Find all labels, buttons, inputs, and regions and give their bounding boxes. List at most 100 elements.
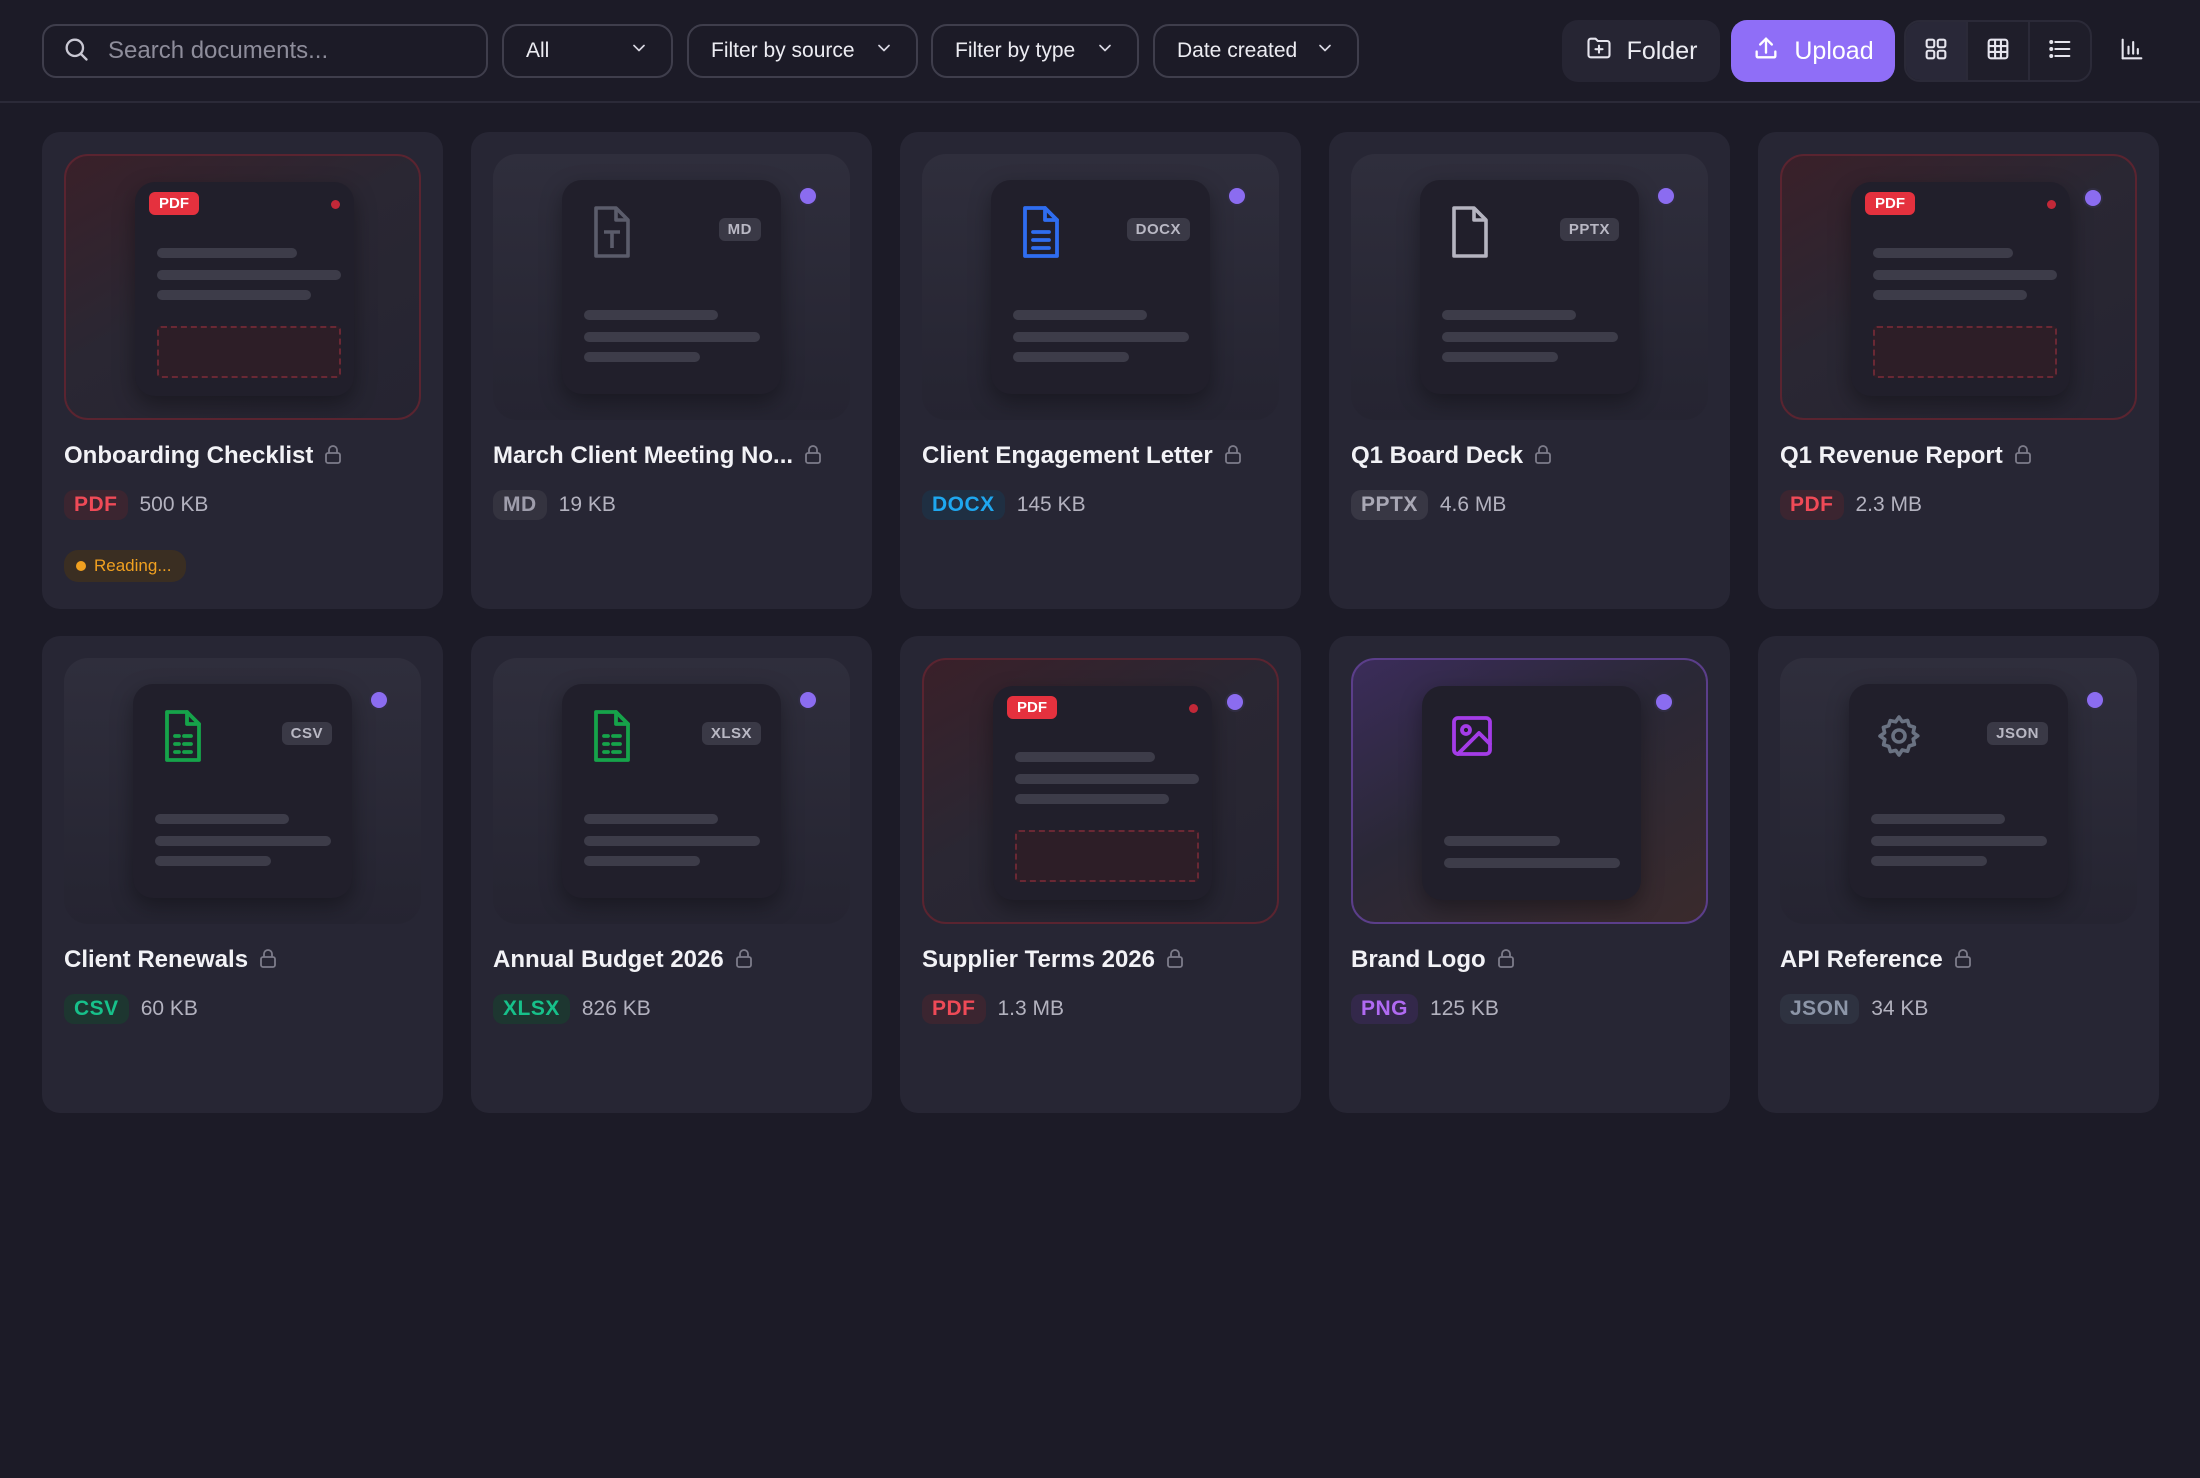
document-preview: PPTX	[1351, 154, 1708, 420]
card-meta: DOCX 145 KB	[922, 490, 1086, 520]
card-meta: PDF 2.3 MB	[1780, 490, 1922, 520]
text-line	[584, 352, 700, 362]
status-text: Reading...	[94, 556, 172, 575]
upload-icon	[1752, 34, 1780, 69]
selection-dot[interactable]	[800, 188, 816, 204]
text-line	[584, 856, 700, 866]
sort-label: Date created	[1177, 39, 1298, 62]
file-size: 500 KB	[139, 493, 209, 516]
grid-view-button[interactable]	[1906, 22, 1968, 80]
selection-dot[interactable]	[1227, 694, 1243, 710]
selection-dot[interactable]	[1229, 188, 1245, 204]
table-view-icon	[1984, 35, 2012, 68]
document-title[interactable]: Q1 Board Deck	[1351, 442, 1523, 470]
text-line	[157, 270, 341, 280]
selection-dot[interactable]	[800, 692, 816, 708]
document-title[interactable]: Onboarding Checklist	[64, 442, 313, 470]
document-card[interactable]: MD March Client Meeting No... MD 19 KB	[471, 132, 872, 609]
text-line	[584, 814, 718, 824]
status-dot	[331, 200, 340, 209]
card-meta: MD 19 KB	[493, 490, 616, 520]
upload-button[interactable]: Upload	[1731, 20, 1895, 82]
card-title-row: Client Engagement Letter	[922, 442, 1279, 470]
text-line	[1442, 352, 1558, 362]
extension-label: CSV	[281, 722, 332, 745]
selection-dot[interactable]	[2087, 692, 2103, 708]
pdf-badge: PDF	[1865, 192, 1915, 215]
type-badge: PPTX	[1351, 490, 1428, 520]
card-meta: PPTX 4.6 MB	[1351, 490, 1506, 520]
document-card[interactable]: DOCX Client Engagement Letter DOCX 145 K…	[900, 132, 1301, 609]
highlight-box	[1873, 326, 2057, 378]
selection-dot[interactable]	[1658, 188, 1674, 204]
document-card[interactable]: PPTX Q1 Board Deck PPTX 4.6 MB	[1329, 132, 1730, 609]
type-badge: DOCX	[922, 490, 1005, 520]
filter-all-dropdown[interactable]: All	[502, 24, 673, 78]
document-grid: PDF Onboarding Checklist PDF 500 KB Read…	[42, 132, 2159, 1113]
lock-icon	[1533, 443, 1553, 470]
text-line	[1015, 774, 1199, 784]
blank-file-icon	[1446, 204, 1494, 260]
new-folder-button[interactable]: Folder	[1562, 20, 1720, 82]
list-view-button[interactable]	[2030, 22, 2090, 80]
pdf-preview: PDF	[135, 182, 354, 396]
filter-source-dropdown[interactable]: Filter by source	[687, 24, 918, 78]
document-title[interactable]: Client Renewals	[64, 946, 248, 974]
text-line	[1873, 290, 2027, 300]
document-title[interactable]: Q1 Revenue Report	[1780, 442, 2003, 470]
search-input[interactable]	[106, 36, 470, 66]
document-card[interactable]: XLSX Annual Budget 2026 XLSX 826 KB	[471, 636, 872, 1113]
text-line	[584, 310, 718, 320]
chevron-down-icon	[862, 38, 894, 64]
table-view-button[interactable]	[1968, 22, 2030, 80]
selection-dot[interactable]	[2085, 190, 2101, 206]
stats-button[interactable]	[2108, 26, 2156, 76]
document-card[interactable]: PDF Onboarding Checklist PDF 500 KB Read…	[42, 132, 443, 609]
chevron-down-icon	[617, 38, 649, 64]
toolbar: All Filter by source Filter by type Date…	[0, 0, 2200, 103]
lock-icon	[2013, 443, 2033, 470]
sort-dropdown[interactable]: Date created	[1153, 24, 1359, 78]
document-title[interactable]: Annual Budget 2026	[493, 946, 724, 974]
file-preview	[1422, 686, 1641, 900]
text-line	[1871, 856, 1987, 866]
upload-button-label: Upload	[1794, 36, 1874, 65]
document-card[interactable]: CSV Client Renewals CSV 60 KB	[42, 636, 443, 1113]
card-title-row: Client Renewals	[64, 946, 421, 974]
text-file-icon	[588, 204, 636, 260]
card-title-row: March Client Meeting No...	[493, 442, 850, 470]
card-meta: PDF 1.3 MB	[922, 994, 1064, 1024]
pdf-badge: PDF	[1007, 696, 1057, 719]
selection-dot[interactable]	[371, 692, 387, 708]
selection-dot[interactable]	[1656, 694, 1672, 710]
type-badge: JSON	[1780, 994, 1860, 1024]
document-card[interactable]: PDF Supplier Terms 2026 PDF 1.3 MB	[900, 636, 1301, 1113]
document-title[interactable]: Brand Logo	[1351, 946, 1486, 974]
text-line	[1444, 836, 1560, 846]
document-preview: PDF	[922, 658, 1279, 924]
filter-type-dropdown[interactable]: Filter by type	[931, 24, 1139, 78]
text-line	[1444, 858, 1620, 868]
type-badge: PDF	[64, 490, 128, 520]
search-icon	[62, 35, 90, 68]
card-title-row: Onboarding Checklist	[64, 442, 421, 470]
document-title[interactable]: Supplier Terms 2026	[922, 946, 1155, 974]
text-line	[584, 332, 760, 342]
document-title[interactable]: API Reference	[1780, 946, 1943, 974]
lock-icon	[323, 443, 343, 470]
file-size: 826 KB	[581, 997, 651, 1020]
text-line	[1873, 270, 2057, 280]
document-file-icon	[1017, 204, 1065, 260]
status-dot	[1189, 704, 1198, 713]
document-title[interactable]: March Client Meeting No...	[493, 442, 793, 470]
gear-icon	[1875, 708, 1923, 764]
filter-type-label: Filter by type	[955, 39, 1076, 62]
search-box[interactable]	[42, 24, 488, 78]
bar-chart-icon	[2118, 35, 2146, 68]
document-title[interactable]: Client Engagement Letter	[922, 442, 1213, 470]
document-card[interactable]: Brand Logo PNG 125 KB	[1329, 636, 1730, 1113]
extension-label: XLSX	[701, 722, 761, 745]
document-card[interactable]: JSON API Reference JSON 34 KB	[1758, 636, 2159, 1113]
document-card[interactable]: PDF Q1 Revenue Report PDF 2.3 MB	[1758, 132, 2159, 609]
document-preview: XLSX	[493, 658, 850, 924]
